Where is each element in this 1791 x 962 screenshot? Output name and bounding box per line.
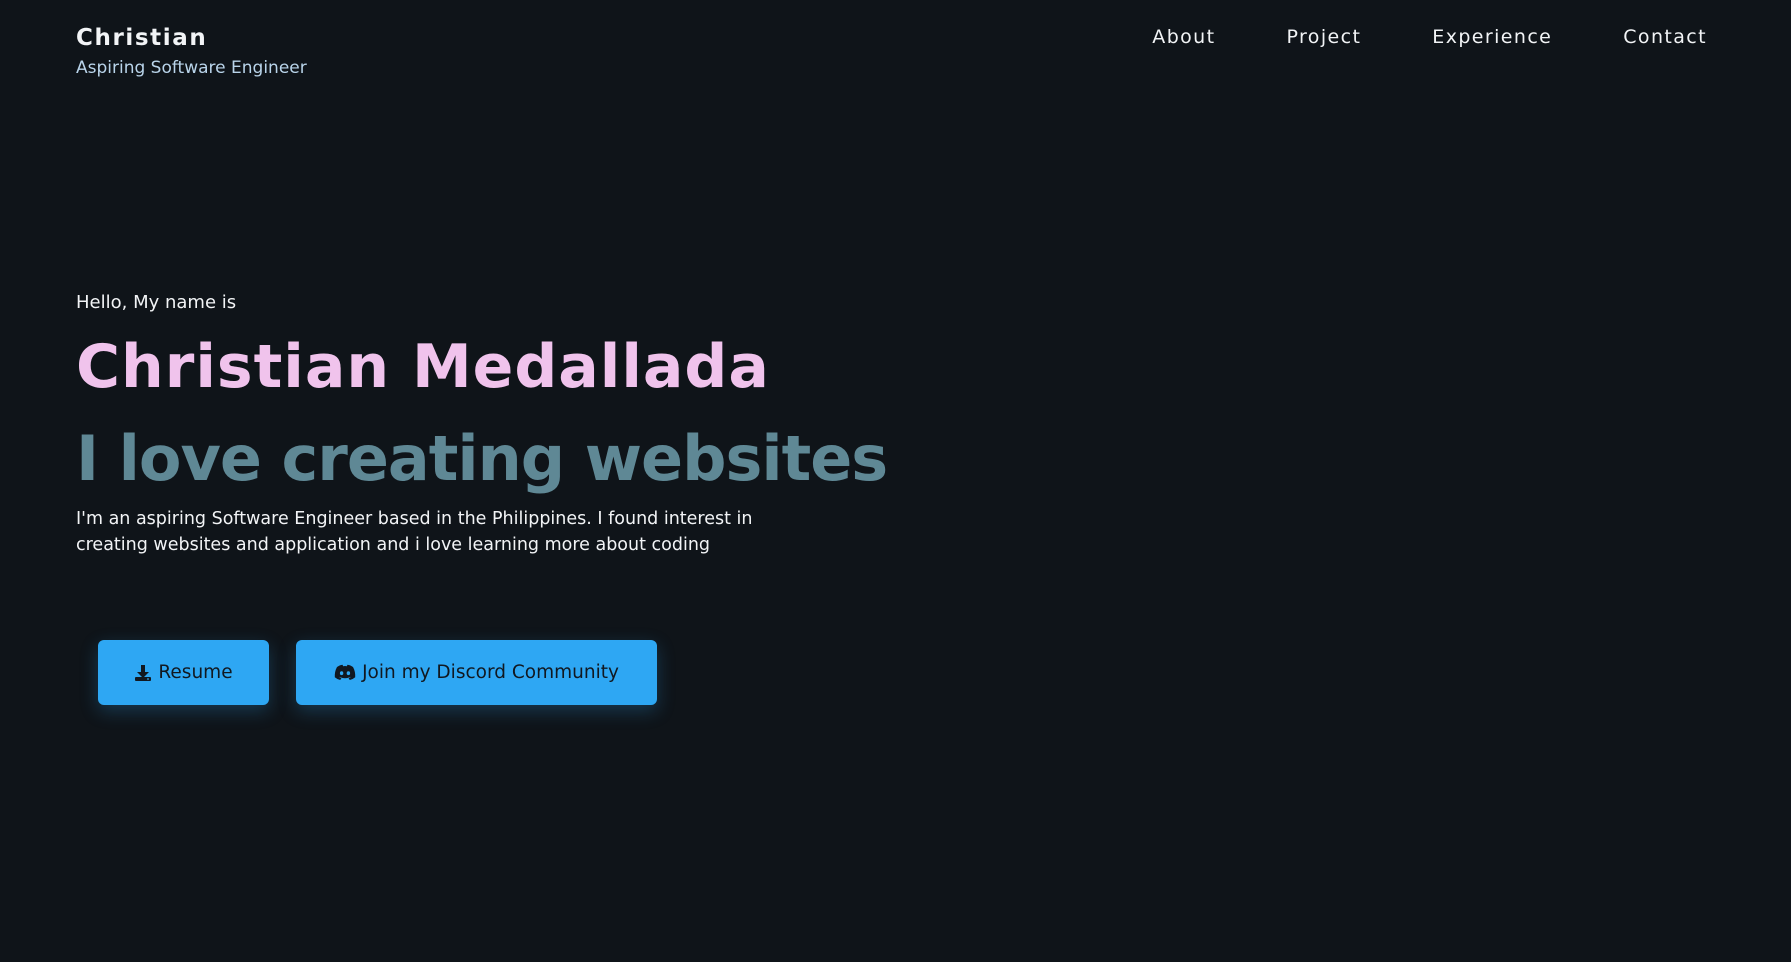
resume-button-label: Resume [158,662,233,683]
page: Christian Aspiring Software Engineer Abo… [0,0,1791,962]
resume-button[interactable]: Resume [98,640,269,705]
nav-link-contact[interactable]: Contact [1623,24,1707,50]
discord-community-button[interactable]: Join my Discord Community [296,640,657,705]
nav-link-project[interactable]: Project [1286,24,1361,50]
hero-description: I'm an aspiring Software Engineer based … [76,509,753,555]
nav-link-experience[interactable]: Experience [1432,24,1552,50]
hero-name: Christian Medallada [76,332,770,402]
brand-tagline: Aspiring Software Engineer [76,58,307,78]
discord-icon [334,664,356,681]
hero-headline: I love creating websites [76,422,888,495]
brand-name: Christian [76,25,208,51]
hero-greeting: Hello, My name is [76,292,237,313]
discord-button-label: Join my Discord Community [362,662,619,683]
hero-section: Hello, My name is Christian Medallada I … [76,290,976,558]
main-nav: About Project Experience Contact [1152,24,1707,50]
download-icon [134,664,152,682]
hero-actions: Resume Join my Discord Community [98,640,657,705]
brand[interactable]: Christian Aspiring Software Engineer [76,24,307,80]
nav-link-about[interactable]: About [1152,24,1215,50]
